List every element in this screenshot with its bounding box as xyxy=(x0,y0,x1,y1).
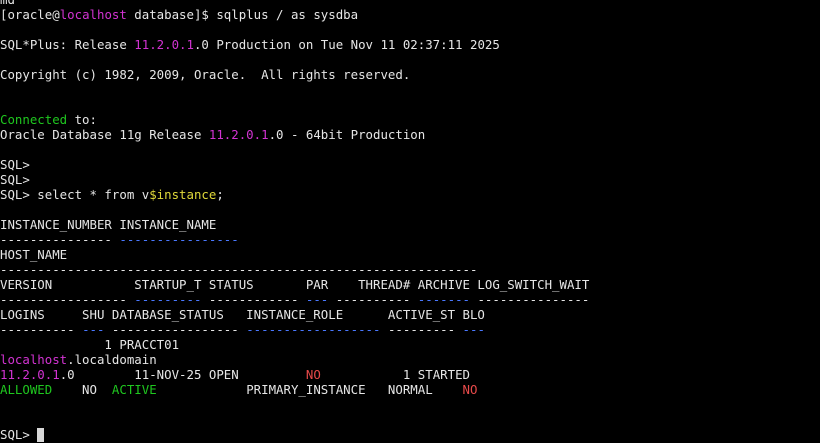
terminal-text: ---------- xyxy=(328,292,418,307)
terminal-text: ACTIVE xyxy=(111,382,157,397)
terminal-line: 11.2.0.1.0 11-NOV-25 OPEN NO 1 STARTED xyxy=(0,367,820,382)
terminal-window[interactable]: md[oracle@localhost database]$ sqlplus /… xyxy=(0,0,820,443)
terminal-line: VERSION STARTUP_T STATUS PAR THREAD# ARC… xyxy=(0,277,820,292)
terminal-line: md xyxy=(0,0,820,7)
terminal-line: localhost.localdomain xyxy=(0,352,820,367)
terminal-line: HOST_NAME xyxy=(0,247,820,262)
terminal-line: ALLOWED NO ACTIVE PRIMARY_INSTANCE NORMA… xyxy=(0,382,820,397)
terminal-text: ; xyxy=(216,187,224,202)
terminal-text: NO xyxy=(52,382,112,397)
terminal-line: SQL> xyxy=(0,172,820,187)
terminal-text: localhost xyxy=(59,7,127,22)
terminal-text: ALLOWED xyxy=(0,382,53,397)
terminal-line: Connected to: xyxy=(0,112,820,127)
terminal-text: database]$ sqlplus / as sysdba xyxy=(126,7,359,22)
terminal-text: ----------------- xyxy=(104,322,247,337)
terminal-text: --------------- xyxy=(0,232,120,247)
terminal-line: ---------- --- ----------------- -------… xyxy=(0,322,820,337)
terminal-text: LOGINS SHU DATABASE_STATUS INSTANCE_ROLE… xyxy=(0,307,485,322)
terminal-line: LOGINS SHU DATABASE_STATUS INSTANCE_ROLE… xyxy=(0,307,820,322)
terminal-line: ----------------- --------- ------------… xyxy=(0,292,820,307)
terminal-text: VERSION STARTUP_T STATUS PAR THREAD# ARC… xyxy=(0,277,590,292)
terminal-text: --- xyxy=(82,322,105,337)
terminal-text: NO xyxy=(462,382,478,397)
terminal-text: Connected xyxy=(0,112,68,127)
terminal-text: 11.2.0.1 xyxy=(134,37,194,52)
terminal-text: ------------ xyxy=(201,292,306,307)
terminal-text: localhost xyxy=(0,352,68,367)
terminal-line: Copyright (c) 1982, 2009, Oracle. All ri… xyxy=(0,67,820,82)
terminal-text: SQL*Plus: Release xyxy=(0,37,135,52)
terminal-text: 1 PRACCT01 xyxy=(0,337,180,352)
terminal-text: md xyxy=(0,0,15,7)
terminal-line: SQL> xyxy=(0,157,820,172)
terminal-text: .localdomain xyxy=(67,352,157,367)
terminal-line: --------------- ---------------- xyxy=(0,232,820,247)
terminal-line: Oracle Database 11g Release 11.2.0.1.0 -… xyxy=(0,127,820,142)
terminal-text: .0 - 64bit Production xyxy=(268,127,426,142)
terminal-line: ----------------------------------------… xyxy=(0,262,820,277)
terminal-text: NO xyxy=(305,367,321,382)
terminal-text: --- xyxy=(462,322,485,337)
terminal-text: SQL> select * from v xyxy=(0,187,150,202)
terminal-line: [oracle@localhost database]$ sqlplus / a… xyxy=(0,7,820,22)
terminal-text: .0 Production on Tue Nov 11 02:37:11 202… xyxy=(193,37,500,52)
terminal-text: 11.2.0.1 xyxy=(208,127,269,142)
terminal-text: SQL> xyxy=(0,172,30,187)
terminal-text: --- xyxy=(305,292,329,307)
terminal-text: SQL> xyxy=(0,427,38,442)
terminal-text: 11.2.0.1 xyxy=(0,367,60,382)
terminal-line: SQL*Plus: Release 11.2.0.1.0 Production … xyxy=(0,37,820,52)
terminal-line: INSTANCE_NUMBER INSTANCE_NAME xyxy=(0,217,820,232)
terminal-text: ----------------------------------------… xyxy=(0,262,478,277)
terminal-text: ---------- xyxy=(0,322,83,337)
terminal-text: HOST_NAME xyxy=(0,247,68,262)
terminal-line: SQL> xyxy=(0,427,820,442)
terminal-text: ------- xyxy=(417,292,470,307)
terminal-line: SQL> select * from v$instance; xyxy=(0,187,820,202)
terminal-text: --------- xyxy=(380,322,463,337)
terminal-line: 1 PRACCT01 xyxy=(0,337,820,352)
terminal-text: to: xyxy=(67,112,97,127)
terminal-text: ------------------ xyxy=(246,322,381,337)
terminal-text: Copyright (c) 1982, 2009, Oracle. All ri… xyxy=(0,67,411,82)
terminal-text: PRIMARY_INSTANCE NORMAL xyxy=(156,382,463,397)
terminal-text: INSTANCE_NUMBER INSTANCE_NAME xyxy=(0,217,217,232)
terminal-text: 1 STARTED xyxy=(320,367,470,382)
terminal-text: [oracle@ xyxy=(0,7,60,22)
terminal-text: SQL> xyxy=(0,157,30,172)
terminal-text: ----------------- xyxy=(0,292,135,307)
terminal-text: ---------------- xyxy=(119,232,239,247)
terminal-cursor xyxy=(37,428,45,442)
terminal-text: --------------- xyxy=(470,292,590,307)
terminal-text: $instance xyxy=(149,187,217,202)
terminal-text: .0 11-NOV-25 OPEN xyxy=(59,367,306,382)
terminal-text: --------- xyxy=(134,292,202,307)
terminal-text: Oracle Database 11g Release xyxy=(0,127,209,142)
